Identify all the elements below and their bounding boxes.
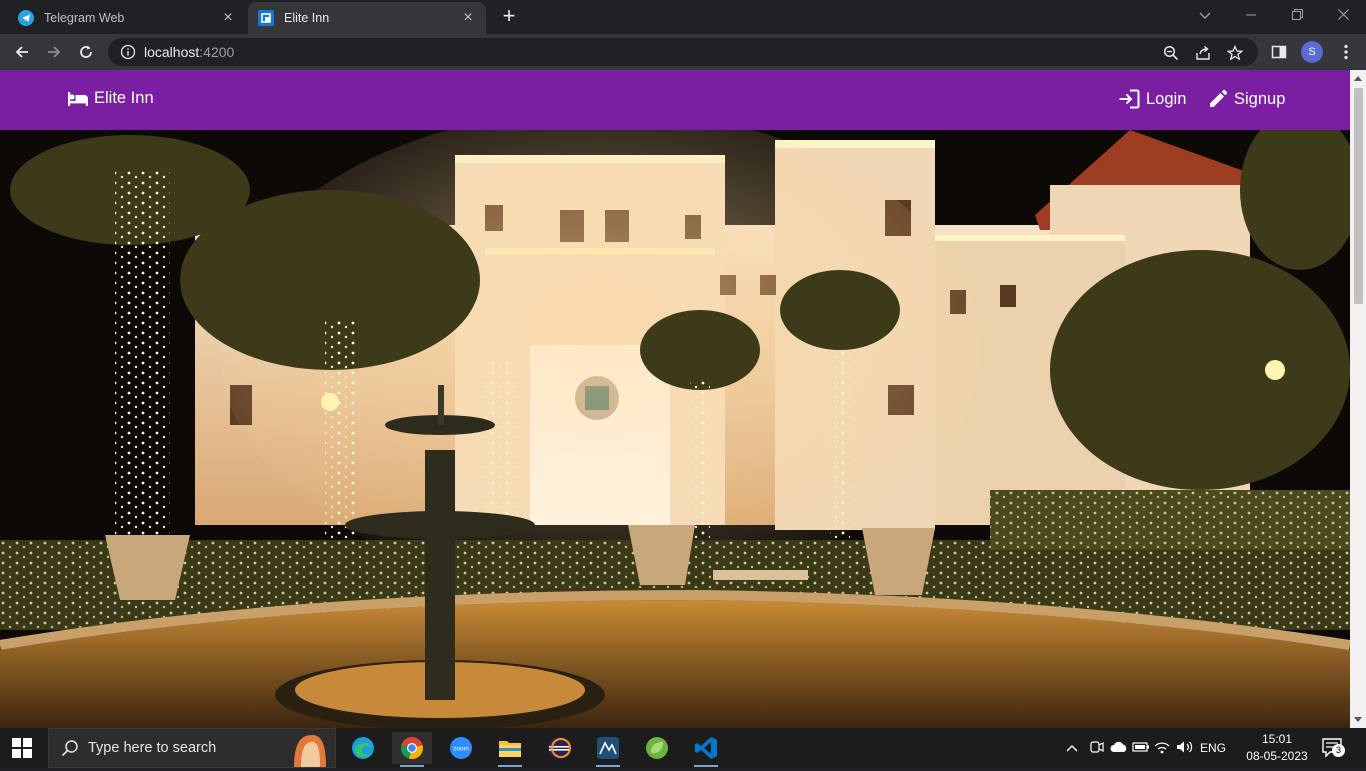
back-button[interactable] (10, 40, 34, 64)
windows-taskbar: Type here to search zoom ENG 15:01 08-05… (0, 728, 1366, 768)
language-indicator[interactable]: ENG (1200, 741, 1226, 755)
browser-menu-button[interactable] (1334, 40, 1358, 64)
brand-title: Elite Inn (94, 89, 154, 107)
url-host: localhost (144, 44, 200, 60)
address-bar[interactable]: localhost:4200 (108, 38, 1258, 66)
close-window-button[interactable] (1320, 4, 1366, 28)
tab-title: Telegram Web (44, 11, 125, 25)
scroll-down-arrow-icon[interactable] (1354, 717, 1362, 722)
notification-badge: 3 (1332, 744, 1345, 757)
arrow-right-icon (48, 46, 61, 58)
tab-title: Elite Inn (284, 11, 330, 25)
spring-tools-icon[interactable] (637, 732, 677, 764)
pencil-icon (1210, 89, 1228, 107)
signup-label: Signup (1234, 89, 1286, 108)
page-viewport: Elite Inn Login Signup (0, 70, 1366, 728)
tab-search-chevron-icon[interactable] (1182, 4, 1228, 28)
profile-avatar[interactable]: S (1301, 41, 1323, 63)
login-label: Login (1146, 89, 1187, 108)
login-link[interactable]: Login (1118, 89, 1186, 109)
eclipse-icon[interactable] (539, 732, 579, 764)
chrome-icon[interactable] (392, 732, 432, 767)
close-icon[interactable]: × (460, 10, 476, 26)
wifi-icon[interactable] (1154, 740, 1176, 757)
tab-telegram-web[interactable]: Telegram Web × (8, 2, 246, 34)
scroll-up-arrow-icon[interactable] (1354, 76, 1362, 81)
telegram-icon (18, 10, 34, 26)
bookmark-star-icon[interactable] (1226, 44, 1244, 62)
onedrive-cloud-icon[interactable] (1110, 741, 1132, 756)
arrow-left-icon (15, 46, 28, 58)
volume-icon[interactable] (1176, 740, 1200, 757)
tab-elite-inn[interactable]: Elite Inn × (248, 2, 486, 34)
reload-button[interactable] (74, 40, 98, 64)
mysql-workbench-icon[interactable] (588, 732, 628, 767)
zoom-icon[interactable]: zoom (441, 732, 481, 764)
windows-start-icon[interactable] (12, 738, 32, 758)
file-explorer-icon[interactable] (490, 732, 530, 767)
scrollbar-thumb[interactable] (1354, 88, 1363, 304)
hotel-night-illustration (0, 130, 1350, 728)
clock-date: 08-05-2023 (1246, 749, 1308, 763)
info-icon[interactable] (120, 44, 136, 60)
share-icon[interactable] (1194, 44, 1212, 62)
svg-text:zoom: zoom (453, 746, 469, 753)
new-tab-button[interactable]: + (498, 5, 520, 28)
meet-now-icon[interactable] (1090, 740, 1110, 757)
zoom-icon[interactable] (1162, 44, 1180, 62)
angular-favicon-icon (258, 10, 274, 26)
side-panel-icon (1271, 45, 1287, 59)
brand-link[interactable]: Elite Inn (67, 89, 154, 108)
page-scrollbar[interactable] (1350, 70, 1366, 728)
battery-icon[interactable] (1132, 741, 1154, 756)
hero-image (0, 130, 1350, 728)
vscode-icon[interactable] (686, 732, 726, 767)
system-tray: ENG (1066, 728, 1242, 768)
restore-button[interactable] (1274, 4, 1320, 28)
signup-link[interactable]: Signup (1208, 89, 1285, 109)
search-highlight-icon (274, 731, 334, 767)
browser-tab-strip: Telegram Web × Elite Inn × + (0, 0, 1366, 34)
taskbar-search-box[interactable]: Type here to search (48, 728, 336, 768)
url-port: :4200 (199, 44, 235, 60)
browser-toolbar: localhost:4200 S (0, 34, 1366, 70)
chevron-up-icon[interactable] (1066, 741, 1084, 755)
notification-center-button[interactable]: 3 (1322, 738, 1345, 758)
search-placeholder: Type here to search (88, 740, 217, 756)
clock[interactable]: 15:01 08-05-2023 (1242, 731, 1312, 765)
close-icon[interactable]: × (220, 10, 236, 26)
login-icon (1119, 89, 1140, 109)
bed-icon (68, 91, 88, 106)
clock-time: 15:01 (1261, 732, 1293, 746)
edge-icon[interactable] (343, 732, 383, 764)
reload-icon (80, 45, 92, 58)
side-panel-button[interactable] (1267, 40, 1291, 64)
top-navbar: Elite Inn Login Signup (0, 70, 1350, 130)
search-icon (61, 740, 78, 757)
minimize-button[interactable] (1228, 4, 1274, 28)
forward-button[interactable] (42, 40, 66, 64)
kebab-menu-icon (1344, 44, 1348, 60)
